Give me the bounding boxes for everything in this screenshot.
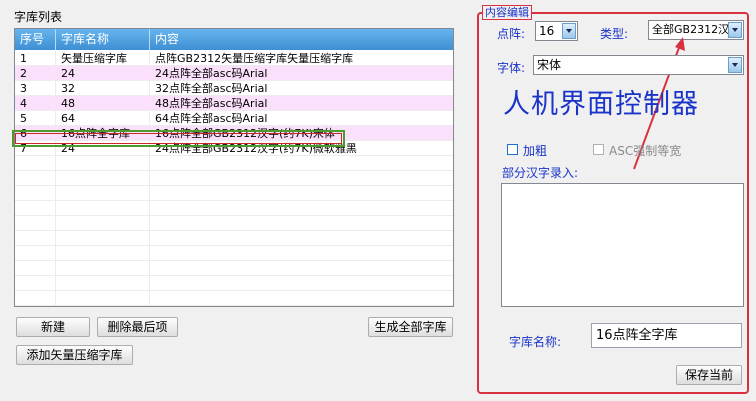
- table-row[interactable]: 7 24 24点阵全部GB2312汉字(约7K)微软雅黑: [15, 141, 453, 156]
- cell-index: 5: [20, 112, 27, 125]
- delete-last-button[interactable]: 删除最后项: [97, 317, 178, 337]
- cell-index: 1: [20, 52, 27, 65]
- new-button[interactable]: 新建: [16, 317, 90, 337]
- ascii-monospace-label: ASC强制等宽: [609, 144, 682, 158]
- cell-name: 24: [61, 142, 75, 155]
- font-value: 宋体: [537, 58, 562, 72]
- font-label: 字体:: [497, 61, 526, 75]
- grid-line: [15, 155, 453, 156]
- add-vector-button[interactable]: 添加矢量压缩字库: [16, 345, 133, 365]
- cell-name: 16点阵全字库: [61, 127, 130, 140]
- grid-line: [15, 305, 453, 306]
- table-row[interactable]: 6 16点阵全字库 16点阵全部GB2312汉字(约7K)宋体: [15, 126, 453, 141]
- table-row[interactable]: 2 24 24点阵全部asc码Arial: [15, 66, 453, 81]
- grid-line: [15, 170, 453, 171]
- cell-content: 32点阵全部asc码Arial: [155, 82, 268, 95]
- ascii-monospace-checkbox[interactable]: [593, 144, 604, 155]
- cell-content: 16点阵全部GB2312汉字(约7K)宋体: [155, 127, 335, 140]
- grid-line: [15, 230, 453, 231]
- table-row[interactable]: 5 64 64点阵全部asc码Arial: [15, 111, 453, 126]
- column-header-name[interactable]: 字库名称: [56, 29, 150, 50]
- cell-name: 48: [61, 97, 75, 110]
- dot-matrix-select[interactable]: 16: [535, 21, 578, 41]
- list-title: 字库列表: [14, 10, 63, 24]
- cell-content: 24点阵全部GB2312汉字(约7K)微软雅黑: [155, 142, 357, 155]
- save-current-button[interactable]: 保存当前: [676, 365, 742, 385]
- grid-line: [15, 185, 453, 186]
- cell-content: 48点阵全部asc码Arial: [155, 97, 268, 110]
- cell-index: 3: [20, 82, 27, 95]
- cell-index: 7: [20, 142, 27, 155]
- bold-label: 加粗: [523, 144, 548, 158]
- library-name-value: 16点阵全字库: [596, 328, 678, 343]
- chevron-down-icon[interactable]: [728, 57, 742, 73]
- grid-line: [15, 260, 453, 261]
- cell-index: 4: [20, 97, 27, 110]
- type-label: 类型:: [600, 27, 629, 41]
- column-header-index[interactable]: 序号: [15, 29, 56, 50]
- bold-checkbox[interactable]: [507, 144, 518, 155]
- cell-content: 点阵GB2312矢量压缩字库矢量压缩字库: [155, 52, 354, 65]
- font-preview: 人机界面控制器: [503, 89, 699, 120]
- cell-name: 24: [61, 67, 75, 80]
- cell-name: 矢量压缩字库: [61, 52, 127, 65]
- font-select[interactable]: 宋体: [533, 55, 744, 75]
- grid-line: [15, 215, 453, 216]
- table-row[interactable]: 1 矢量压缩字库 点阵GB2312矢量压缩字库矢量压缩字库: [15, 51, 453, 66]
- cell-index: 2: [20, 67, 27, 80]
- column-header-content[interactable]: 内容: [150, 29, 453, 50]
- grid-line: [15, 275, 453, 276]
- table-row[interactable]: 3 32 32点阵全部asc码Arial: [15, 81, 453, 96]
- dot-matrix-label: 点阵:: [497, 27, 526, 41]
- cell-content: 24点阵全部asc码Arial: [155, 67, 268, 80]
- library-name-input[interactable]: 16点阵全字库: [591, 323, 742, 348]
- content-editor-title: 内容编辑: [482, 5, 532, 20]
- cell-index: 6: [20, 127, 27, 140]
- font-library-table[interactable]: 序号 字库名称 内容 1 矢量压缩字库 点阵GB2312矢量压缩字库矢量压缩字库 2 2…: [14, 28, 454, 307]
- cell-name: 32: [61, 82, 75, 95]
- table-row[interactable]: 4 48 48点阵全部asc码Arial: [15, 96, 453, 111]
- chevron-down-icon[interactable]: [728, 22, 742, 38]
- cell-content: 64点阵全部asc码Arial: [155, 112, 268, 125]
- partial-input-label: 部分汉字录入:: [502, 166, 579, 180]
- grid-line: [15, 245, 453, 246]
- grid-line: [15, 200, 453, 201]
- cell-name: 64: [61, 112, 75, 125]
- partial-chars-textarea[interactable]: [501, 183, 744, 307]
- chevron-down-icon[interactable]: [562, 23, 576, 39]
- library-name-label: 字库名称:: [509, 335, 562, 349]
- grid-line: [15, 290, 453, 291]
- dot-matrix-value: 16: [539, 24, 555, 38]
- table-header: 序号 字库名称 内容: [15, 29, 453, 50]
- generate-all-button[interactable]: 生成全部字库: [368, 317, 453, 337]
